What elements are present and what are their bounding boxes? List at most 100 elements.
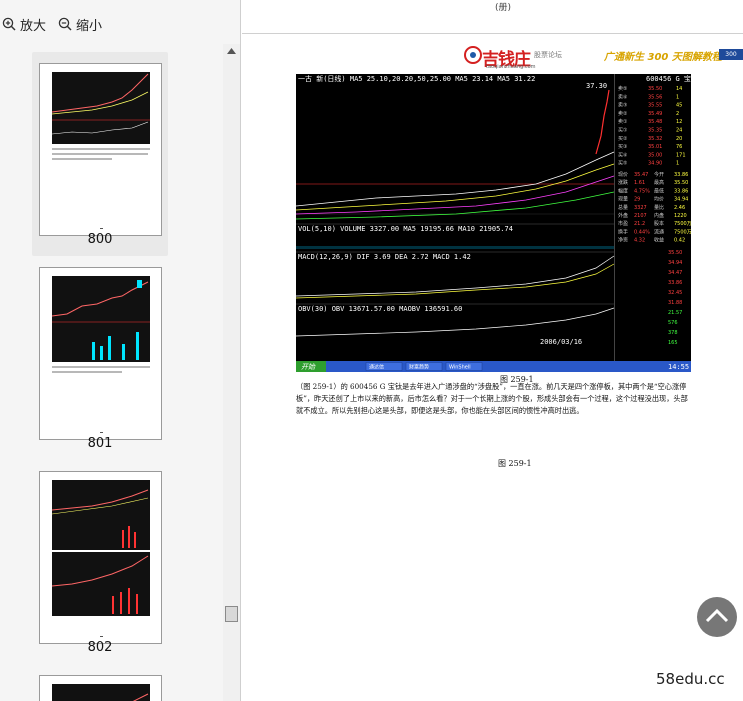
order-row: 买② 35.32 20 bbox=[618, 135, 682, 142]
order-price: 35.50 bbox=[648, 86, 662, 92]
order-price: 35.48 bbox=[648, 119, 662, 125]
stats-row: 现量 29 均价 34.94 bbox=[618, 196, 688, 203]
level-value: 35.50 bbox=[668, 250, 682, 256]
stats-label: 收益 bbox=[654, 237, 664, 244]
order-row: 买① 35.35 24 bbox=[618, 127, 682, 134]
order-row: 卖④ 35.56 1 bbox=[618, 94, 679, 100]
stats-row: 换手 0.44% 流通 7500万 bbox=[618, 228, 691, 235]
stats-table: 现价 35.47 今开 33.86 涨跌 1.61 最高 35.50 幅度 4.75% 最低 33.8… bbox=[618, 171, 691, 346]
stats-row: 净资 4.32 收益 0.42 bbox=[618, 237, 685, 244]
stats-value: 33.86 bbox=[674, 172, 688, 178]
stats-value: 1220 bbox=[674, 213, 687, 219]
stats-value: 3327 bbox=[634, 205, 647, 211]
stats-row: 涨跌 1.61 最高 35.50 bbox=[618, 179, 688, 186]
order-price: 35.35 bbox=[648, 128, 662, 134]
stats-label: 量比 bbox=[654, 204, 664, 211]
order-label: 买① bbox=[618, 127, 628, 134]
book-title: 广通新生 300 天图解教程 bbox=[604, 52, 722, 63]
stock-chart: 一古 新(日线) MA5 25.10,20.20,50,25.00 MA5 23… bbox=[296, 74, 691, 372]
stats-value: 21.2 bbox=[634, 221, 645, 227]
document-view: (册) 吉钱庄 股票论坛 taoqianzhuang.com 广通新生 300 … bbox=[242, 0, 743, 701]
taskbar-item[interactable]: WinShell bbox=[445, 362, 483, 371]
zoom-in-label: 放大 bbox=[20, 18, 47, 34]
thumbnail-chart bbox=[51, 72, 150, 144]
stats-value: 35.50 bbox=[674, 180, 688, 186]
zoom-in-icon bbox=[2, 17, 16, 31]
taskbar-item[interactable]: 通达信 bbox=[365, 362, 403, 371]
order-row: 卖② 35.49 2 bbox=[618, 111, 679, 117]
macd-panel: MACD(12,26,9) DIF 3.69 DEA 2.72 MACD 1.4… bbox=[296, 251, 615, 299]
level-value: 576 bbox=[668, 320, 678, 326]
page-top-mark: (册) bbox=[495, 3, 512, 13]
order-row: 卖⑤ 35.50 14 bbox=[618, 86, 682, 92]
order-volume: 14 bbox=[676, 86, 682, 92]
stats-label: 股本 bbox=[654, 220, 664, 227]
order-volume: 2 bbox=[676, 111, 679, 117]
chevron-up-icon bbox=[705, 608, 729, 623]
level-value: 34.94 bbox=[668, 260, 682, 266]
order-row: 卖① 35.48 12 bbox=[618, 119, 682, 125]
thumbnail-page bbox=[39, 471, 162, 644]
stats-row: 总量 3327 量比 2.46 bbox=[618, 204, 685, 211]
zoom-out-button[interactable]: 缩小 bbox=[58, 15, 102, 34]
order-volume: 24 bbox=[676, 128, 682, 134]
stats-row: 幅度 4.75% 最低 33.86 bbox=[618, 187, 688, 194]
thumbnail-chart bbox=[52, 684, 150, 701]
order-volume: 20 bbox=[676, 136, 682, 142]
stats-label: 换手 bbox=[618, 228, 628, 235]
price-high-label: 37.30 bbox=[586, 82, 607, 90]
order-label: 买② bbox=[618, 135, 628, 142]
order-price: 35.32 bbox=[648, 136, 662, 142]
stats-value: 0.44% bbox=[634, 229, 650, 235]
level-value: 31.88 bbox=[668, 300, 682, 306]
order-volume: 12 bbox=[676, 119, 682, 125]
date-label: 2006/03/16 bbox=[540, 338, 582, 346]
taskbar-item-label: 通达信 bbox=[369, 364, 384, 371]
stats-label: 今开 bbox=[654, 171, 664, 178]
order-label: 卖④ bbox=[618, 94, 628, 100]
taskbar-item[interactable]: 财富趋势 bbox=[405, 362, 443, 371]
stats-label: 外盘 bbox=[618, 212, 628, 219]
start-button[interactable]: 开始 bbox=[301, 363, 316, 371]
thumbnail-scrollbar[interactable] bbox=[223, 44, 240, 701]
thumbnail-item[interactable]: 801 bbox=[32, 256, 168, 460]
book-badge: 300 bbox=[719, 49, 743, 60]
thumbnail-item[interactable]: 802 bbox=[32, 460, 168, 664]
zoom-toolbar: 放大 缩小 bbox=[0, 10, 240, 38]
stats-value: 0.42 bbox=[674, 238, 685, 244]
order-volume: 1 bbox=[676, 161, 679, 167]
order-price: 35.49 bbox=[648, 111, 662, 117]
stats-label: 市盈 bbox=[618, 220, 628, 227]
thumbnail-page-number: 800 bbox=[87, 232, 113, 247]
order-price: 35.56 bbox=[648, 94, 662, 100]
stats-label: 流通 bbox=[654, 228, 664, 235]
scrollbar-thumb[interactable] bbox=[225, 606, 238, 622]
stats-label: 现量 bbox=[618, 196, 628, 203]
scroll-up-arrow-icon[interactable] bbox=[226, 46, 237, 56]
level-value: 32.45 bbox=[668, 290, 682, 296]
taskbar-items: 通达信 财富趋势 WinShell bbox=[365, 362, 483, 371]
obv-panel: OBV(30) OBV 13671.57.00 MAOBV 136591.60 … bbox=[296, 303, 615, 346]
macd-line: MACD(12,26,9) DIF 3.69 DEA 2.72 MACD 1.4… bbox=[298, 253, 471, 261]
order-price: 35.00 bbox=[648, 152, 662, 158]
site-watermark: 58edu.cc bbox=[656, 670, 725, 688]
vol-line: VOL(5,10) VOLUME 3327.00 MA5 19195.66 MA… bbox=[298, 225, 513, 233]
logo-subtitle: 股票论坛 bbox=[534, 51, 562, 59]
brand-logo-icon bbox=[464, 46, 482, 64]
reader-window: 放大 缩小 800 801 802 (册) 吉钱庄 股票论坛 taoqianzh… bbox=[0, 0, 743, 701]
order-row: 买③ 35.01 76 bbox=[618, 143, 682, 150]
stats-value: 33.86 bbox=[674, 188, 688, 194]
stats-row: 外盘 2107 内盘 1220 bbox=[618, 212, 687, 219]
thumbnail-list: 800 801 802 bbox=[0, 44, 222, 701]
stats-value: 34.94 bbox=[674, 197, 688, 203]
back-to-top-button[interactable] bbox=[697, 597, 737, 637]
order-label: 卖⑤ bbox=[618, 86, 627, 92]
order-row: 卖③ 35.55 45 bbox=[618, 103, 682, 109]
thumbnail-page bbox=[39, 267, 162, 440]
zoom-in-button[interactable]: 放大 bbox=[2, 15, 46, 34]
thumbnail-item[interactable] bbox=[32, 664, 168, 701]
stats-value: 2.46 bbox=[674, 205, 685, 211]
stats-label: 净资 bbox=[618, 237, 628, 244]
thumbnail-item[interactable]: 800 bbox=[32, 52, 168, 256]
stats-value: 1.61 bbox=[634, 180, 645, 186]
